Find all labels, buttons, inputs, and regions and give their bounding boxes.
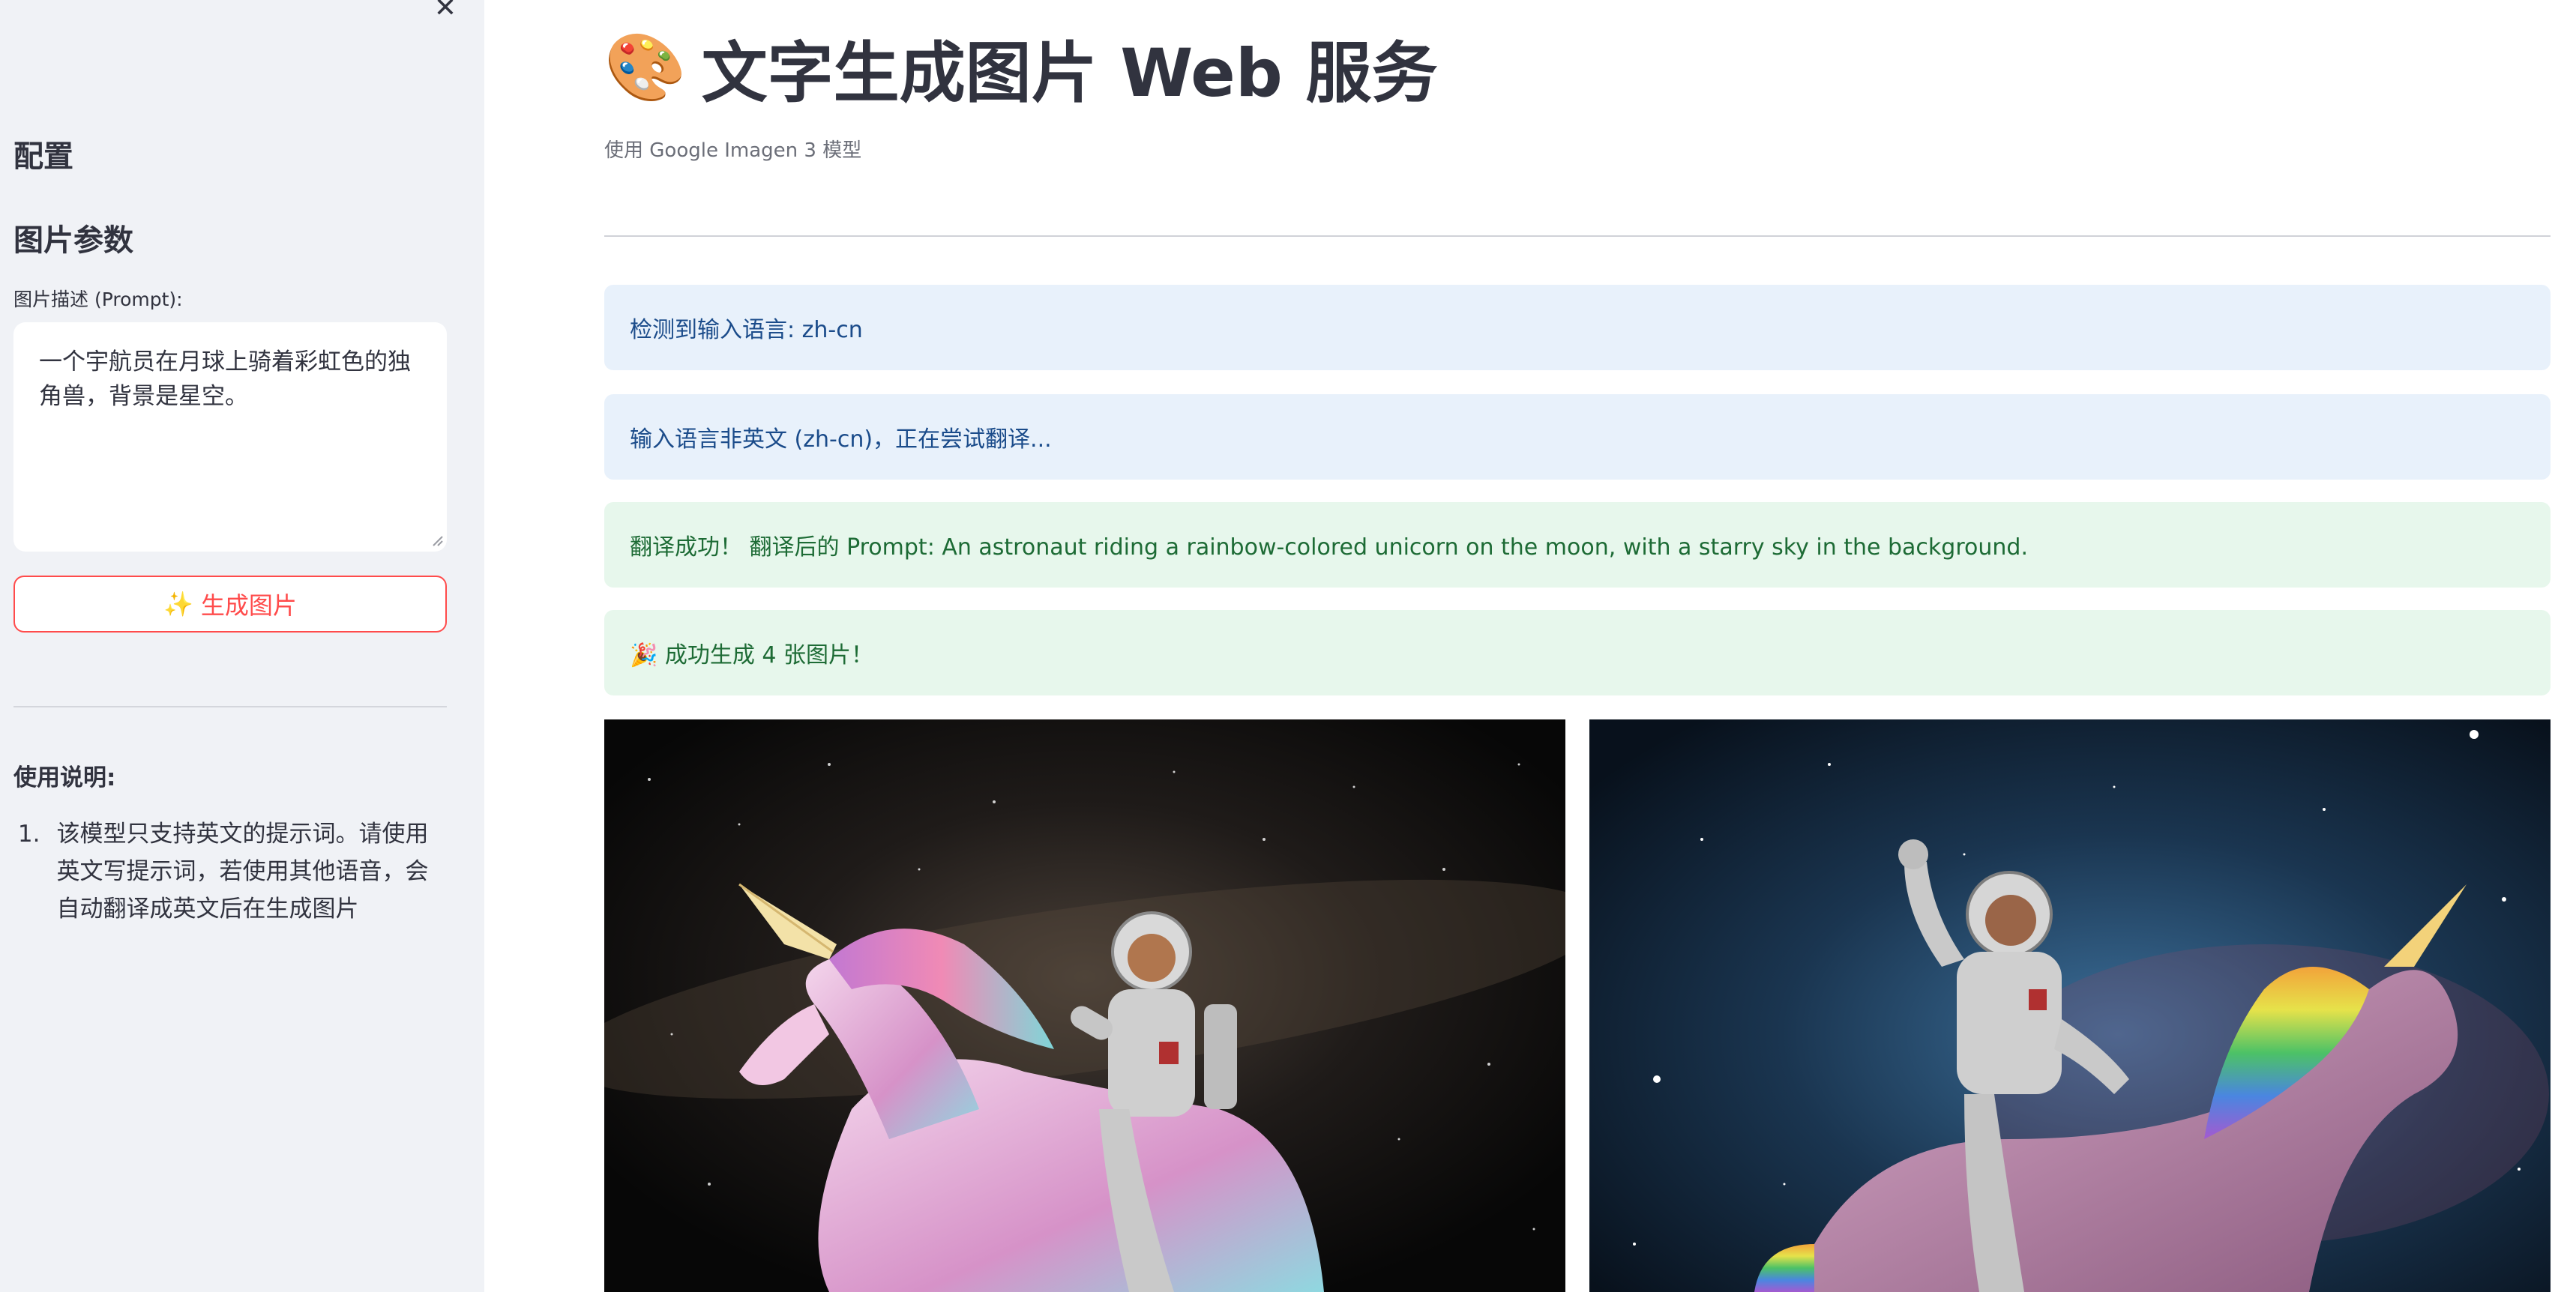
resize-grip-icon[interactable]: [430, 534, 444, 547]
alert-language-detected: 检测到输入语言: zh-cn: [604, 285, 2551, 370]
close-sidebar-icon[interactable]: ✕: [429, 0, 462, 24]
palette-icon: 🎨: [604, 28, 687, 106]
app-root: ✕ 配置 图片参数 图片描述 (Prompt): ✨ 生成图片 使用说明: 1.…: [0, 0, 2576, 1292]
page-subtitle: 使用 Google Imagen 3 模型: [604, 139, 862, 162]
sidebar: ✕ 配置 图片参数 图片描述 (Prompt): ✨ 生成图片 使用说明: 1.…: [0, 0, 484, 1292]
sparkles-icon: ✨: [163, 591, 193, 618]
prompt-textarea[interactable]: [13, 322, 447, 552]
page-title-text: 文字生成图片 Web 服务: [701, 34, 1438, 112]
alert-text: 🎉 成功生成 4 张图片！: [630, 642, 874, 668]
astronaut-unicorn-image: [1589, 719, 2551, 1292]
generated-image-1[interactable]: [604, 719, 1565, 1292]
generate-button-label: 生成图片: [200, 592, 297, 619]
alert-translation-success: 翻译成功！ 翻译后的 Prompt: An astronaut riding a…: [604, 502, 2551, 588]
astronaut-unicorn-image: [604, 719, 1565, 1292]
alert-text: 翻译成功！ 翻译后的 Prompt: An astronaut riding a…: [630, 534, 2028, 561]
config-heading: 配置: [13, 139, 73, 174]
generated-image-2[interactable]: [1589, 719, 2551, 1292]
usage-title: 使用说明:: [13, 764, 116, 791]
page-title: 🎨 文字生成图片 Web 服务: [604, 22, 1437, 112]
usage-item-number: 1.: [17, 821, 40, 848]
alert-generation-success: 🎉 成功生成 4 张图片！: [604, 610, 2551, 695]
prompt-label: 图片描述 (Prompt):: [13, 289, 183, 310]
sidebar-divider: [13, 706, 447, 707]
usage-item-text: 该模型只支持英文的提示词。请使用英文写提示词，若使用其他语音，会自动翻译成英文后…: [56, 821, 429, 923]
usage-list-item: 1. 该模型只支持英文的提示词。请使用英文写提示词，若使用其他语音，会自动翻译成…: [13, 815, 448, 928]
alert-text: 输入语言非英文 (zh-cn)，正在尝试翻译...: [630, 426, 1052, 453]
main-divider: [604, 235, 2551, 237]
alert-translating: 输入语言非英文 (zh-cn)，正在尝试翻译...: [604, 394, 2551, 480]
generate-image-button[interactable]: ✨ 生成图片: [13, 576, 447, 633]
alert-text: 检测到输入语言: zh-cn: [630, 317, 863, 343]
params-heading: 图片参数: [13, 223, 133, 258]
